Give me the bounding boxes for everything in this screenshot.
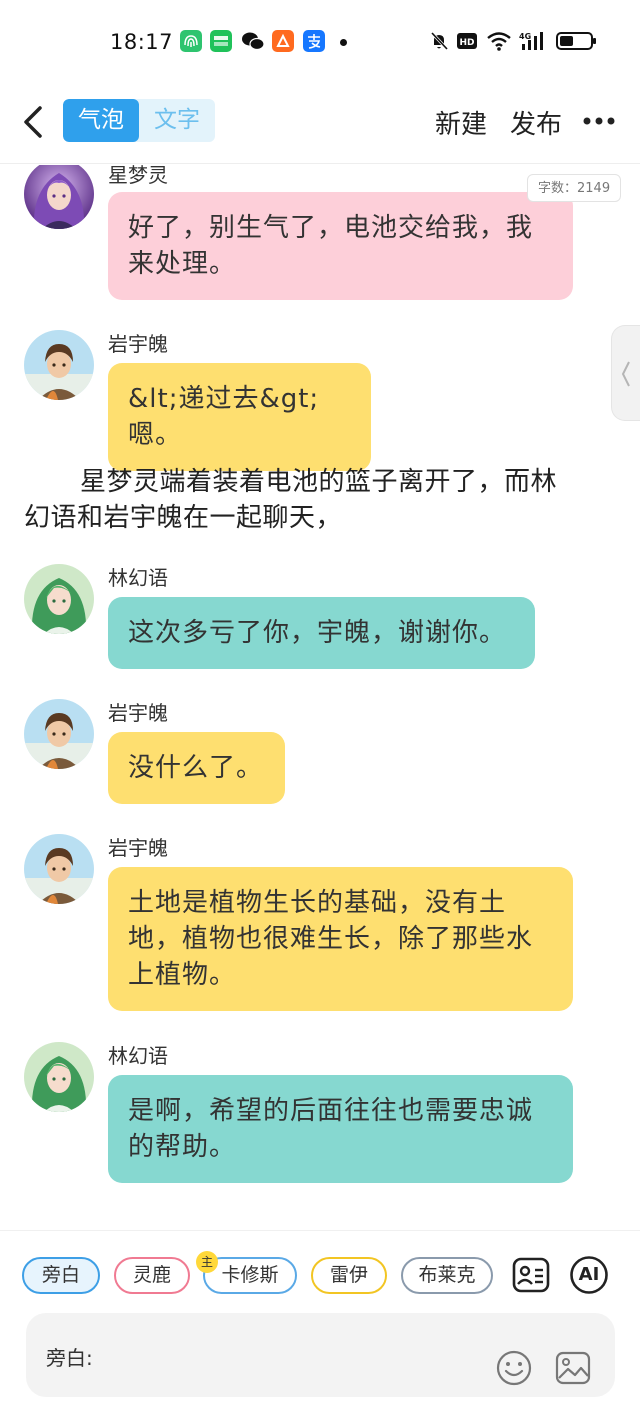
- tab-bubble[interactable]: 气泡: [63, 99, 139, 142]
- message-input[interactable]: 旁白:: [26, 1313, 615, 1397]
- speaker-name: 岩宇魄: [108, 701, 168, 725]
- ai-icon[interactable]: AI: [569, 1255, 609, 1295]
- message-bubble[interactable]: 没什么了。: [108, 732, 285, 804]
- ai-label: AI: [578, 1264, 600, 1285]
- character-chip-linglu[interactable]: 灵鹿: [114, 1257, 190, 1294]
- bubble-line: 地，植物也很难生长，除了那些水: [128, 924, 534, 954]
- message-bubble[interactable]: 土地是植物生长的基础，没有土 地，植物也很难生长，除了那些水 上植物。: [108, 867, 573, 1011]
- bubble-line: 土地是植物生长的基础，没有土: [128, 888, 507, 918]
- message-bubble[interactable]: 好了，别生气了，电池交给我，我 来处理。: [108, 192, 573, 300]
- avatar-brown-hair-boy[interactable]: [24, 834, 94, 904]
- character-chip-bulaike[interactable]: 布莱克: [401, 1257, 493, 1294]
- bubble-line: &lt;递过去&gt;嗯。: [128, 384, 320, 450]
- speaker-name: 林幻语: [108, 566, 168, 590]
- chevron-left-icon: [621, 361, 630, 387]
- bubble-line: 上植物。: [128, 960, 237, 990]
- character-chip-narrator[interactable]: 旁白: [22, 1257, 100, 1294]
- bubble-line: 好了，别生气了，电池交给我，我: [128, 213, 534, 243]
- tab-text[interactable]: 文字: [139, 99, 215, 142]
- iqiyi-app-icon: [210, 30, 232, 52]
- taobao-app-icon: [272, 30, 294, 52]
- mode-toggle: 气泡 文字: [63, 99, 215, 142]
- emoji-icon[interactable]: [495, 1349, 533, 1387]
- bubble-line: 的帮助。: [128, 1132, 237, 1162]
- svg-text:HD: HD: [459, 38, 474, 48]
- alipay-app-icon: [303, 30, 325, 52]
- narration-line: 幻语和岩宇魄在一起聊天，: [24, 503, 343, 533]
- bubble-line: 没什么了。: [128, 753, 264, 783]
- narration-text[interactable]: 星梦灵端着装着电池的篮子离开了，而林 幻语和岩宇魄在一起聊天，: [24, 464, 604, 536]
- avatar-green-hair-girl[interactable]: [24, 564, 94, 634]
- side-drawer-handle[interactable]: [611, 325, 640, 421]
- speaker-name: 林幻语: [108, 1044, 168, 1068]
- new-button[interactable]: 新建: [435, 104, 487, 141]
- bubble-line: 这次多亏了你，宇魄，谢谢你。: [128, 618, 507, 648]
- 4g-signal-icon: 4G: [519, 32, 543, 50]
- avatar-purple-hair-girl[interactable]: [24, 165, 94, 229]
- status-time: 18:17: [110, 30, 174, 54]
- wechat-app-icon: [241, 30, 265, 52]
- mute-bell-icon: [430, 31, 449, 51]
- avatar-brown-hair-boy[interactable]: [24, 330, 94, 400]
- character-card-icon[interactable]: [511, 1255, 551, 1295]
- back-arrow-icon[interactable]: [16, 102, 52, 142]
- message-bubble[interactable]: &lt;递过去&gt;嗯。: [108, 363, 371, 471]
- word-count-badge: 字数：2149: [527, 174, 622, 202]
- chat-list[interactable]: 星梦灵 好了，别生气了，电池交给我，我 来处理。 字数：2149 岩宇魄 &lt…: [0, 165, 640, 1225]
- bubble-line: 是啊，希望的后面往往也需要忠诚: [128, 1096, 534, 1126]
- nav-bar: 气泡 文字 新建 发布: [0, 86, 640, 164]
- image-icon[interactable]: [554, 1349, 592, 1387]
- wifi-icon: [487, 32, 511, 51]
- speaker-name: 岩宇魄: [108, 836, 168, 860]
- input-role-label: 旁白:: [46, 1346, 93, 1370]
- avatar-brown-hair-boy[interactable]: [24, 699, 94, 769]
- battery-icon: [556, 32, 596, 50]
- character-chip-leiyi[interactable]: 雷伊: [311, 1257, 387, 1294]
- publish-button[interactable]: 发布: [510, 104, 562, 141]
- notification-dot: [340, 39, 347, 46]
- bubble-line: 来处理。: [128, 249, 237, 279]
- lead-role-badge: 主: [196, 1251, 218, 1273]
- narration-line: 星梦灵端着装着电池的篮子离开了，而林: [80, 467, 558, 497]
- message-bubble[interactable]: 这次多亏了你，宇魄，谢谢你。: [108, 597, 535, 669]
- speaker-name: 星梦灵: [108, 165, 168, 187]
- fingerprint-app-icon: [180, 30, 202, 52]
- composer-panel: 旁白 灵鹿 卡修斯 主 雷伊 布莱克 AI 旁白:: [0, 1230, 640, 1422]
- speaker-name: 岩宇魄: [108, 332, 168, 356]
- more-options-icon[interactable]: [582, 116, 616, 126]
- hd-icon: HD: [457, 33, 477, 49]
- status-bar: 18:17 HD 4G: [0, 0, 640, 86]
- svg-text:4G: 4G: [519, 32, 531, 41]
- message-bubble[interactable]: 是啊，希望的后面往往也需要忠诚 的帮助。: [108, 1075, 573, 1183]
- avatar-green-hair-girl[interactable]: [24, 1042, 94, 1112]
